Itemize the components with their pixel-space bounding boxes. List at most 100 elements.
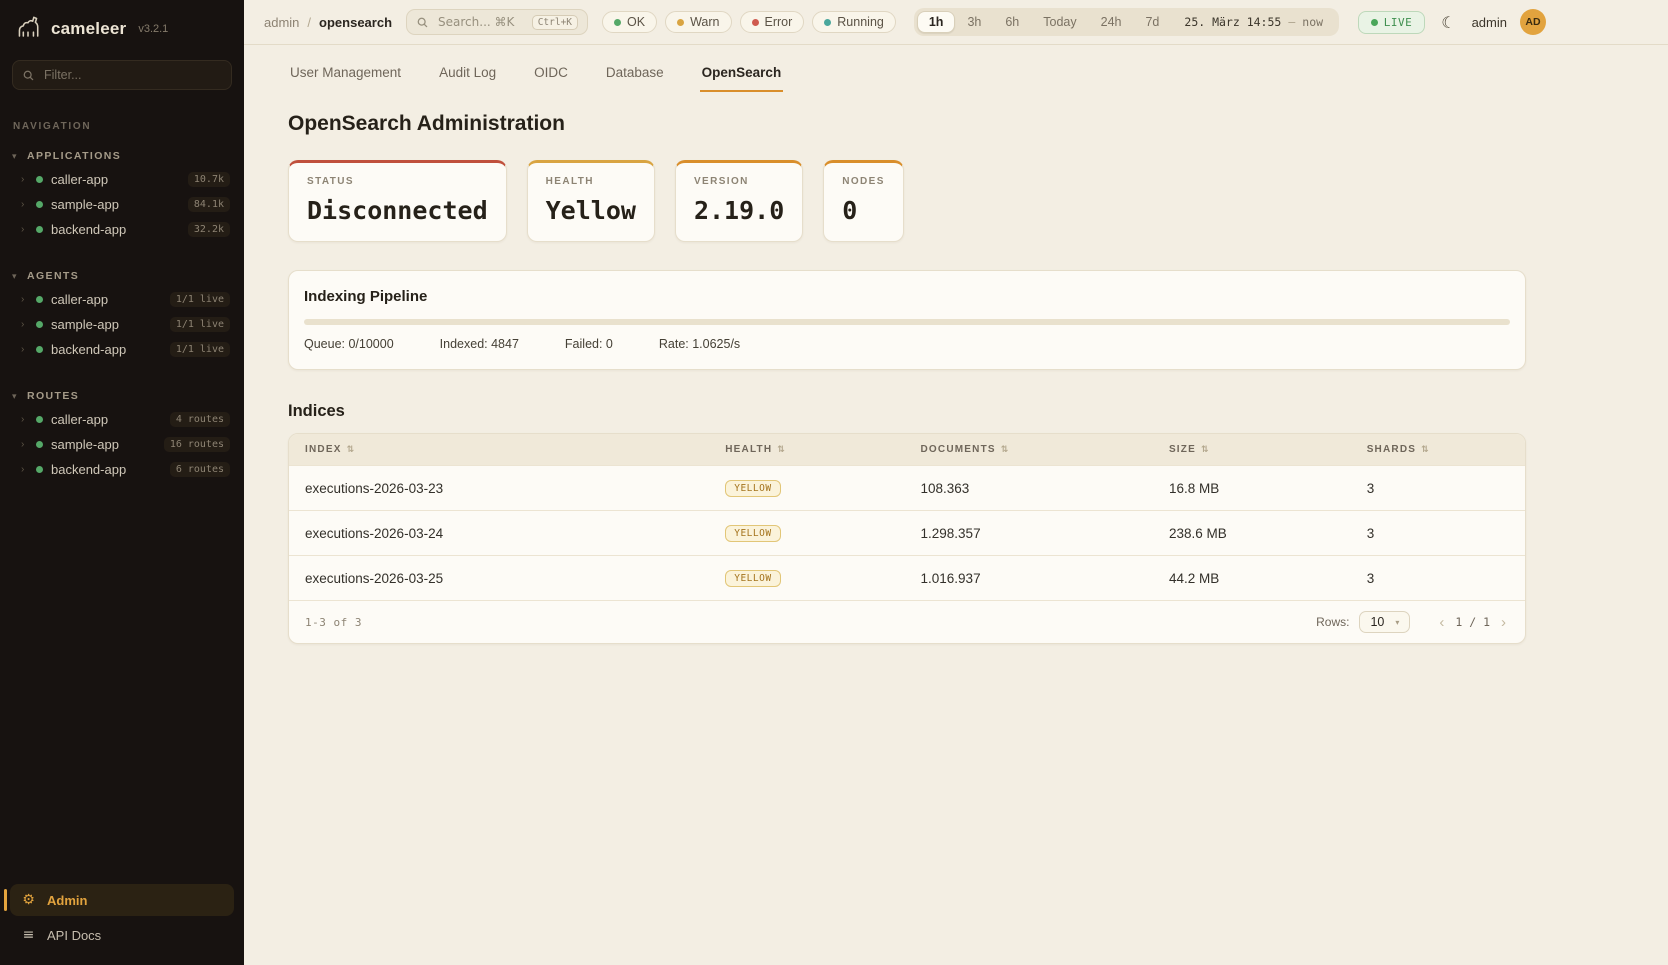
pipeline-metric-rate: Rate: 1.0625/s <box>659 337 740 351</box>
sidebar-group-agents[interactable]: ▾ AGENTS <box>0 260 244 287</box>
datetime-end: now <box>1302 15 1323 29</box>
sidebar-item-routes-backend-app[interactable]: › backend-app 6 routes <box>0 457 244 482</box>
table-row[interactable]: executions-2026-03-23 YELLOW 108.363 16.… <box>289 465 1525 510</box>
content-area: User Management Audit Log OIDC Database … <box>244 45 1570 965</box>
search-input[interactable] <box>436 14 525 30</box>
cell-documents: 1.298.357 <box>905 513 1153 554</box>
column-header-documents[interactable]: DOCUMENTS ⇅ <box>905 434 1153 465</box>
cell-size: 44.2 MB <box>1153 558 1351 599</box>
tab-audit-log[interactable]: Audit Log <box>437 57 498 92</box>
sort-icon: ⇅ <box>1001 445 1010 455</box>
avatar[interactable]: AD <box>1520 9 1546 35</box>
cell-health: YELLOW <box>709 511 904 555</box>
global-search[interactable]: Ctrl+K <box>406 9 588 35</box>
chevron-right-icon: › <box>21 199 28 210</box>
filter-chip-error[interactable]: Error <box>740 11 805 33</box>
time-range-7d[interactable]: 7d <box>1133 11 1171 33</box>
theme-toggle-button[interactable]: ☾ <box>1438 13 1458 32</box>
cell-documents: 1.016.937 <box>905 558 1153 599</box>
tab-opensearch[interactable]: OpenSearch <box>700 57 784 92</box>
sidebar-filter[interactable] <box>12 60 232 90</box>
chevron-right-icon: › <box>21 294 28 305</box>
sidebar-item-agents-caller-app[interactable]: › caller-app 1/1 live <box>0 287 244 312</box>
next-page-button[interactable]: › <box>1498 615 1509 630</box>
page-indicator: 1 / 1 <box>1455 615 1490 629</box>
sidebar-item-routes-caller-app[interactable]: › caller-app 4 routes <box>0 407 244 432</box>
column-label: SHARDS <box>1367 444 1416 455</box>
sidebar-group-routes[interactable]: ▾ ROUTES <box>0 380 244 407</box>
sidebar-item-applications-backend-app[interactable]: › backend-app 32.2k <box>0 217 244 242</box>
sort-icon: ⇅ <box>1421 445 1430 455</box>
pipeline-metrics: Queue: 0/10000 Indexed: 4847 Failed: 0 R… <box>304 337 1510 351</box>
chip-label: OK <box>627 15 645 29</box>
sidebar-item-agents-backend-app[interactable]: › backend-app 1/1 live <box>0 337 244 362</box>
cell-size: 238.6 MB <box>1153 513 1351 554</box>
chevron-down-icon: ▾ <box>12 271 20 282</box>
filter-input[interactable] <box>42 67 222 83</box>
tab-user-management[interactable]: User Management <box>288 57 403 92</box>
time-range-6h[interactable]: 6h <box>993 11 1031 33</box>
tab-oidc[interactable]: OIDC <box>532 57 570 92</box>
search-icon <box>22 69 35 82</box>
sidebar-item-admin[interactable]: ⚙ Admin <box>10 884 234 916</box>
warn-dot-icon <box>677 19 684 26</box>
time-range-today[interactable]: Today <box>1031 11 1088 33</box>
time-range-3h[interactable]: 3h <box>955 11 993 33</box>
sidebar-item-api-docs[interactable]: ≡ API Docs <box>10 919 234 951</box>
main-area: admin / opensearch Ctrl+K OK <box>244 0 1668 965</box>
chevron-right-icon: › <box>21 439 28 450</box>
time-range-24h[interactable]: 24h <box>1089 11 1134 33</box>
sidebar-item-applications-caller-app[interactable]: › caller-app 10.7k <box>0 167 244 192</box>
health-badge: YELLOW <box>725 480 780 497</box>
filter-chip-running[interactable]: Running <box>812 11 896 33</box>
stat-label: HEALTH <box>546 176 636 187</box>
chevron-down-icon: ▾ <box>12 151 20 162</box>
time-range-1h[interactable]: 1h <box>917 11 956 33</box>
topbar-right: LIVE ☾ admin AD <box>1358 9 1546 35</box>
breadcrumb-parent[interactable]: admin <box>264 15 299 30</box>
page-title: OpenSearch Administration <box>288 112 1526 136</box>
sidebar-item-label: caller-app <box>51 412 162 427</box>
cell-health: YELLOW <box>709 466 904 510</box>
pipeline-metric-failed: Failed: 0 <box>565 337 613 351</box>
column-header-health[interactable]: HEALTH ⇅ <box>709 434 904 465</box>
chevron-right-icon: › <box>21 224 28 235</box>
sidebar-item-badge: 4 routes <box>170 412 230 427</box>
status-dot-icon <box>36 201 43 208</box>
sidebar-item-label: Admin <box>47 893 87 908</box>
stat-card-version: VERSION 2.19.0 <box>675 160 803 242</box>
table-row[interactable]: executions-2026-03-24 YELLOW 1.298.357 2… <box>289 510 1525 555</box>
sidebar-item-badge: 1/1 live <box>170 317 230 332</box>
sidebar-item-label: API Docs <box>47 928 101 943</box>
column-header-size[interactable]: SIZE ⇅ <box>1153 434 1351 465</box>
status-filter-chips: OK Warn Error Running <box>602 11 896 33</box>
chevron-right-icon: › <box>21 344 28 355</box>
sidebar-item-label: sample-app <box>51 437 156 452</box>
chevron-down-icon: ▾ <box>12 391 20 402</box>
rows-per-page-select[interactable]: 10 ▾ <box>1359 611 1410 633</box>
chip-label: Warn <box>690 15 719 29</box>
live-toggle-button[interactable]: LIVE <box>1358 11 1426 34</box>
sidebar-group-applications[interactable]: ▾ APPLICATIONS <box>0 140 244 167</box>
chevron-right-icon: › <box>21 174 28 185</box>
sidebar-item-applications-sample-app[interactable]: › sample-app 84.1k <box>0 192 244 217</box>
sidebar-item-agents-sample-app[interactable]: › sample-app 1/1 live <box>0 312 244 337</box>
spacer <box>0 362 244 380</box>
column-header-index[interactable]: INDEX ⇅ <box>289 434 709 465</box>
sidebar-item-routes-sample-app[interactable]: › sample-app 16 routes <box>0 432 244 457</box>
table-row[interactable]: executions-2026-03-25 YELLOW 1.016.937 4… <box>289 555 1525 600</box>
prev-page-button[interactable]: ‹ <box>1436 615 1447 630</box>
filter-chip-warn[interactable]: Warn <box>665 11 731 33</box>
camel-logo-icon <box>14 15 42 43</box>
cell-index: executions-2026-03-24 <box>289 513 709 554</box>
filter-chip-ok[interactable]: OK <box>602 11 657 33</box>
column-header-shards[interactable]: SHARDS ⇅ <box>1351 434 1525 465</box>
stat-card-status: STATUS Disconnected <box>288 160 507 242</box>
gear-icon: ⚙ <box>20 892 37 908</box>
indexing-pipeline-panel: Indexing Pipeline Queue: 0/10000 Indexed… <box>288 270 1526 370</box>
pagination: ‹ 1 / 1 › <box>1436 615 1509 630</box>
sidebar-footer: ⚙ Admin ≡ API Docs <box>0 876 244 965</box>
cell-shards: 3 <box>1351 468 1525 509</box>
datetime-display[interactable]: 25. März 14:55 — now <box>1171 15 1336 29</box>
tab-database[interactable]: Database <box>604 57 666 92</box>
